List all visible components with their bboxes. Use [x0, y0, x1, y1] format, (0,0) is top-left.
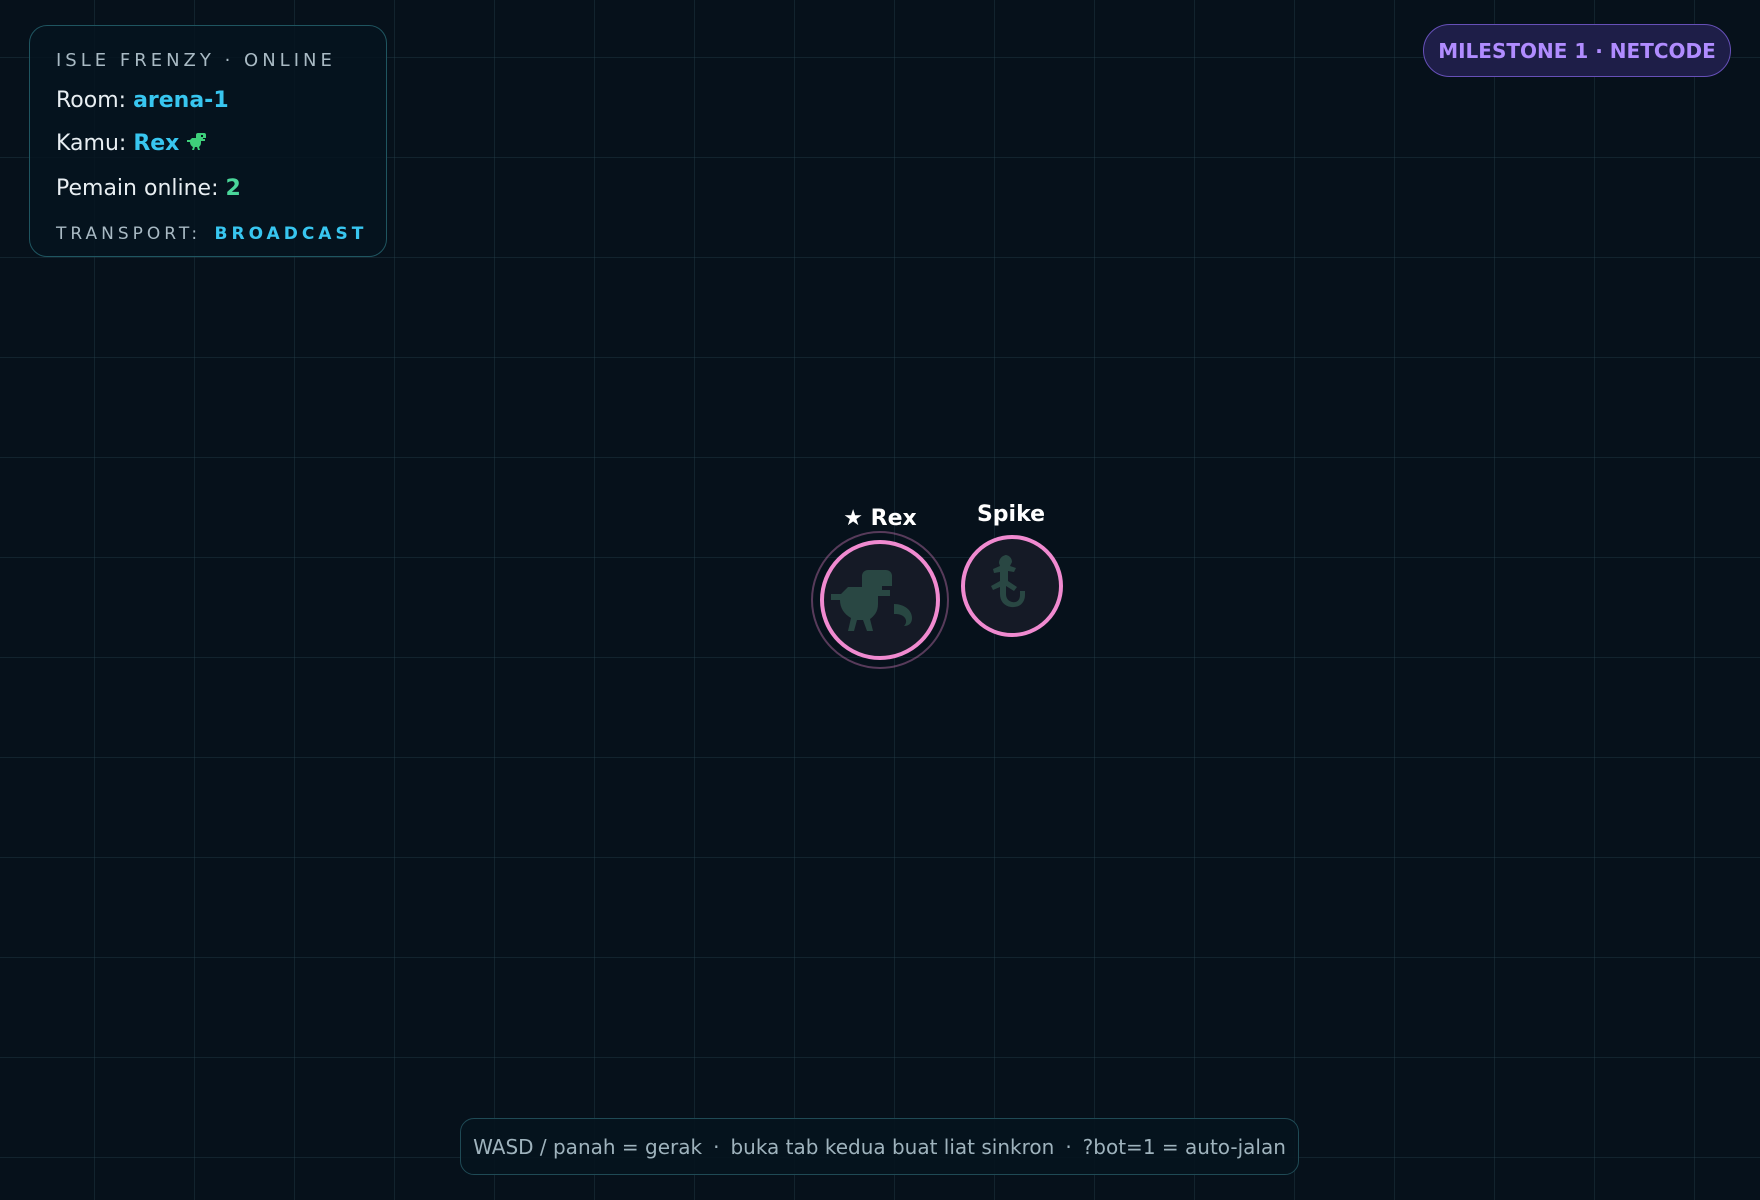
lizard-icon: [991, 555, 1025, 608]
game-arena[interactable]: ISLE FRENZY · ONLINE Room: arena-1 Kamu:…: [0, 0, 1760, 1200]
player-name-other: Spike: [976, 502, 1046, 527]
t-rex-icon: [831, 570, 912, 631]
player-avatar-self: [820, 540, 940, 660]
status-panel: ISLE FRENZY · ONLINE Room: arena-1 Kamu:…: [29, 25, 387, 257]
player-name-self: ★ Rex: [843, 506, 917, 531]
help-separator: ·: [713, 1134, 720, 1159]
room-row: Room: arena-1: [56, 89, 360, 112]
help-sync: buka tab kedua buat liat sinkron: [730, 1134, 1055, 1159]
you-value: Rex: [133, 131, 180, 156]
transport-value: BROADCAST: [214, 224, 368, 244]
player-avatar-other: [961, 535, 1063, 637]
transport-label: TRANSPORT:: [56, 224, 202, 244]
room-label: Room:: [56, 88, 127, 113]
help-bot: ?bot=1 = auto-jalan: [1082, 1134, 1286, 1159]
room-value: arena-1: [133, 88, 229, 113]
game-title: ISLE FRENZY · ONLINE: [56, 50, 336, 71]
controls-help-bar: WASD / panah = gerak · buka tab kedua bu…: [460, 1118, 1299, 1175]
online-count: 2: [225, 176, 241, 201]
help-move: WASD / panah = gerak: [473, 1134, 703, 1159]
milestone-badge: MILESTONE 1 · NETCODE: [1423, 24, 1731, 77]
online-row: Pemain online: 2: [56, 177, 360, 200]
transport-row: TRANSPORT: BROADCAST: [56, 224, 363, 244]
you-row: Kamu: Rex: [56, 130, 360, 159]
online-label: Pemain online:: [56, 176, 219, 201]
you-label: Kamu:: [56, 131, 127, 156]
help-separator: ·: [1065, 1134, 1072, 1159]
t-rex-icon: [185, 130, 209, 159]
